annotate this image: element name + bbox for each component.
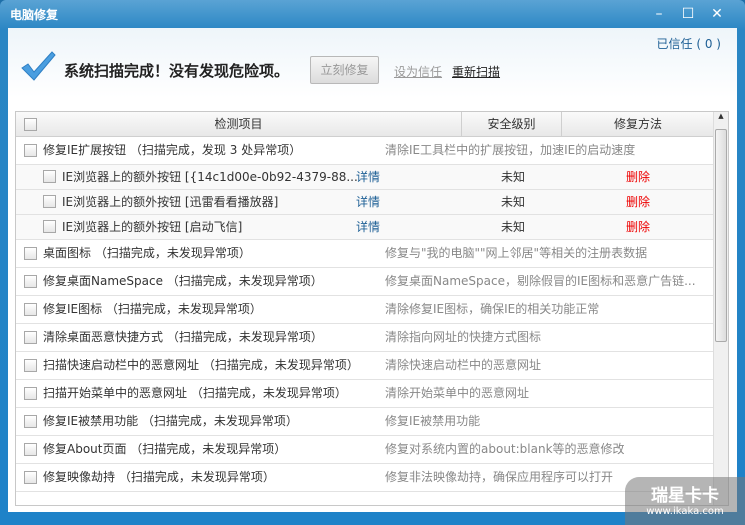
scan-result-headline: 系统扫描完成！没有发现危险项。 <box>64 62 290 80</box>
item-name: 清除桌面恶意快捷方式 （扫描完成，未发现异常项） <box>43 330 323 344</box>
column-header-method: 修复方法 <box>613 117 662 131</box>
scroll-up-icon[interactable]: ▲ <box>714 112 728 120</box>
row-checkbox[interactable] <box>24 144 37 157</box>
item-description: 清除指向网址的快捷方式图标 <box>385 330 542 344</box>
close-button[interactable]: ✕ <box>706 4 728 24</box>
row-checkbox[interactable] <box>24 387 37 400</box>
item-name: 修复About页面 （扫描完成，未发现异常项） <box>43 442 287 456</box>
delete-link[interactable]: 删除 <box>626 215 650 239</box>
row-checkbox[interactable] <box>24 247 37 260</box>
item-description: 修复桌面NameSpace，剔除假冒的IE图标和恶意广告链... <box>385 274 696 288</box>
app-window: 电脑修复 – ☐ ✕ 已信任 ( 0 ) 系统扫描完成！没有发现危险项。 立刻修… <box>0 0 745 525</box>
item-name: 修复映像劫持 （扫描完成，未发现异常项） <box>43 470 275 484</box>
window-title: 电脑修复 <box>10 8 59 22</box>
item-name: 扫描快速启动栏中的恶意网址 （扫描完成，未发现异常项） <box>43 358 359 372</box>
delete-link[interactable]: 删除 <box>626 165 650 189</box>
item-name: 修复IE图标 （扫描完成，未发现异常项） <box>43 302 262 316</box>
item-description: 修复IE被禁用功能 <box>385 414 481 428</box>
security-level: 未知 <box>501 170 526 184</box>
item-name: 扫描开始菜单中的恶意网址 （扫描完成，未发现异常项） <box>43 386 347 400</box>
item-description: 清除IE工具栏中的扩展按钮，加速IE的启动速度 <box>385 143 636 157</box>
table-row-subitem[interactable]: IE浏览器上的额外按钮 [启动飞信] 详情 未知 删除 <box>16 215 714 240</box>
fix-now-button[interactable]: 立刻修复 <box>310 56 379 84</box>
table-row[interactable]: 修复桌面NameSpace （扫描完成，未发现异常项） 修复桌面NameSpace… <box>16 268 714 296</box>
item-description: 清除修复IE图标，确保IE的相关功能正常 <box>385 302 600 316</box>
table-row[interactable]: 修复IE被禁用功能 （扫描完成，未发现异常项） 修复IE被禁用功能 <box>16 408 714 436</box>
table-row-group[interactable]: 修复IE扩展按钮 （扫描完成，发现 3 处异常项） 清除IE工具栏中的扩展按钮，加… <box>16 137 714 165</box>
item-name: IE浏览器上的额外按钮 [迅雷看看播放器] <box>62 195 279 209</box>
trusted-link[interactable]: 已信任 ( 0 ) <box>657 35 721 52</box>
scrollbar-thumb[interactable] <box>715 129 727 342</box>
watermark-logo: 瑞星卡卡 www.ikaka.com <box>625 477 745 525</box>
item-description: 修复与"我的电脑""网上邻居"等相关的注册表数据 <box>385 246 648 260</box>
table-row[interactable]: 扫描快速启动栏中的恶意网址 （扫描完成，未发现异常项） 清除快速启动栏中的恶意网址 <box>16 352 714 380</box>
row-checkbox[interactable] <box>43 170 56 183</box>
details-link[interactable]: 详情 <box>356 190 380 214</box>
item-name: 桌面图标 （扫描完成，未发现异常项） <box>43 246 251 260</box>
scan-results-table: 检测项目 安全级别 修复方法 修复IE扩展按钮 （扫描完成，发现 3 处异常项）… <box>15 111 729 506</box>
details-link[interactable]: 详情 <box>356 165 380 189</box>
row-checkbox[interactable] <box>24 331 37 344</box>
security-level: 未知 <box>501 195 526 209</box>
row-checkbox[interactable] <box>24 359 37 372</box>
row-checkbox[interactable] <box>24 415 37 428</box>
scrollbar[interactable]: ▲ <box>713 112 728 505</box>
table-row[interactable]: 修复About页面 （扫描完成，未发现异常项） 修复对系统内置的about:bla… <box>16 436 714 464</box>
column-header-level: 安全级别 <box>462 112 562 136</box>
table-row[interactable]: 修复映像劫持 （扫描完成，未发现异常项） 修复非法映像劫持，确保应用程序可以打开 <box>16 464 714 492</box>
table-body: 修复IE扩展按钮 （扫描完成，发现 3 处异常项） 清除IE工具栏中的扩展按钮，加… <box>16 137 714 492</box>
item-name: IE浏览器上的额外按钮 [{14c1d00e-0b92-4379-88... <box>62 170 358 184</box>
row-checkbox[interactable] <box>43 195 56 208</box>
item-name: IE浏览器上的额外按钮 [启动飞信] <box>62 220 243 234</box>
table-row[interactable]: 清除桌面恶意快捷方式 （扫描完成，未发现异常项） 清除指向网址的快捷方式图标 <box>16 324 714 352</box>
column-header-item: 检测项目 <box>16 112 462 136</box>
row-checkbox[interactable] <box>24 275 37 288</box>
set-trust-link[interactable]: 设为信任 <box>394 63 442 80</box>
row-checkbox[interactable] <box>24 303 37 316</box>
table-row[interactable]: 修复IE图标 （扫描完成，未发现异常项） 清除修复IE图标，确保IE的相关功能正常 <box>16 296 714 324</box>
minimize-button[interactable]: – <box>648 4 670 24</box>
details-link[interactable]: 详情 <box>356 215 380 239</box>
item-name: 修复桌面NameSpace （扫描完成，未发现异常项） <box>43 274 323 288</box>
item-description: 清除快速启动栏中的恶意网址 <box>385 358 542 372</box>
security-level: 未知 <box>501 220 526 234</box>
table-row-subitem[interactable]: IE浏览器上的额外按钮 [迅雷看看播放器] 详情 未知 删除 <box>16 190 714 215</box>
checkmark-icon <box>21 51 56 81</box>
row-checkbox[interactable] <box>43 220 56 233</box>
maximize-button[interactable]: ☐ <box>677 4 699 24</box>
table-row[interactable]: 桌面图标 （扫描完成，未发现异常项） 修复与"我的电脑""网上邻居"等相关的注册表… <box>16 240 714 268</box>
rescan-link[interactable]: 重新扫描 <box>452 63 500 80</box>
table-row[interactable]: 扫描开始菜单中的恶意网址 （扫描完成，未发现异常项） 清除开始菜单中的恶意网址 <box>16 380 714 408</box>
table-row-subitem[interactable]: IE浏览器上的额外按钮 [{14c1d00e-0b92-4379-88... 详情… <box>16 165 714 190</box>
item-description: 清除开始菜单中的恶意网址 <box>385 386 530 400</box>
item-description: 修复对系统内置的about:blank等的恶意修改 <box>385 442 625 456</box>
item-description: 修复非法映像劫持，确保应用程序可以打开 <box>385 470 614 484</box>
table-header: 检测项目 安全级别 修复方法 <box>16 112 714 137</box>
content-area: 已信任 ( 0 ) 系统扫描完成！没有发现危险项。 立刻修复 设为信任 重新扫描… <box>8 28 737 512</box>
row-checkbox[interactable] <box>24 471 37 484</box>
delete-link[interactable]: 删除 <box>626 190 650 214</box>
row-checkbox[interactable] <box>24 443 37 456</box>
item-name: 修复IE被禁用功能 （扫描完成，未发现异常项） <box>43 414 298 428</box>
item-name: 修复IE扩展按钮 （扫描完成，发现 3 处异常项） <box>43 143 302 157</box>
